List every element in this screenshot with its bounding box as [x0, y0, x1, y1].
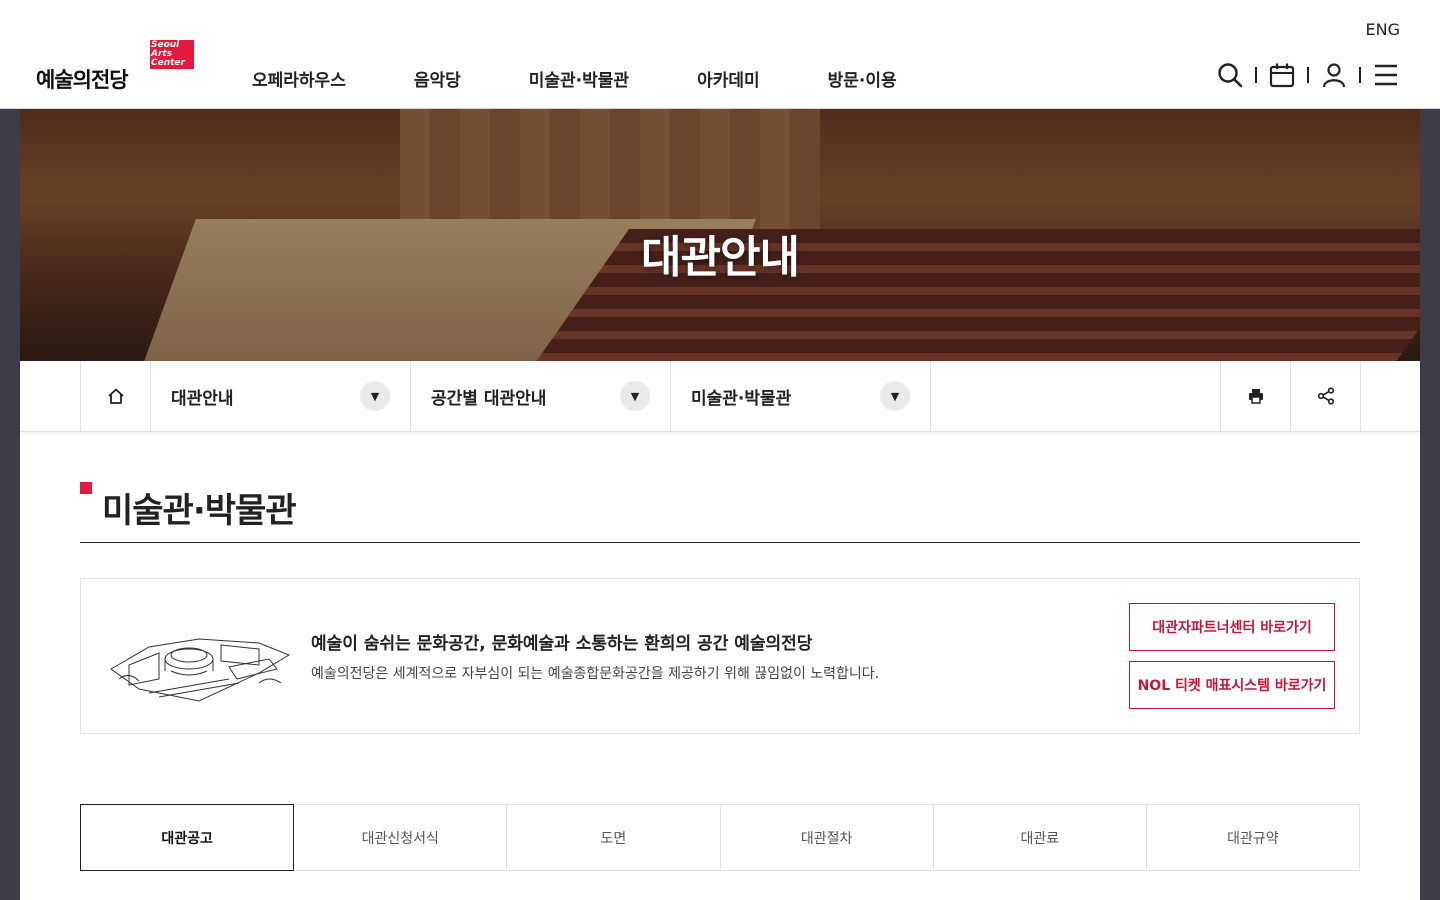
- info-headline: 예술이 숨쉬는 문화공간, 문화예술과 소통하는 환희의 공간 예술의전당: [311, 634, 813, 654]
- print-icon: [1248, 389, 1263, 404]
- divider: [1255, 67, 1257, 83]
- title-accent: [80, 482, 92, 494]
- tab-application-forms[interactable]: 대관신청서식: [294, 804, 508, 871]
- tab-rental-procedure[interactable]: 대관절차: [720, 804, 934, 871]
- partner-center-button[interactable]: 대관자파트너센터 바로가기: [1129, 603, 1335, 651]
- logo[interactable]: 예술의전당 Seoul Arts Center: [36, 40, 196, 92]
- logo-badge: Seoul Arts Center: [150, 40, 194, 69]
- user-icon[interactable]: [1320, 60, 1348, 90]
- chevron-down-icon[interactable]: ▼: [880, 381, 910, 411]
- divider: [1307, 67, 1309, 83]
- main-content: 대관안내 ▼ 공간별 대관안내 ▼ 미술관·박물관 ▼ 미술관·박물관 예술이 …: [20, 361, 1420, 900]
- calendar-icon[interactable]: [1268, 60, 1296, 90]
- divider: [1359, 67, 1361, 83]
- home-icon: [107, 388, 124, 404]
- title-divider: [80, 542, 1360, 543]
- nav-item-museum[interactable]: 미술관·박물관: [529, 66, 629, 91]
- logo-text: 예술의전당: [36, 68, 129, 92]
- home-button[interactable]: [80, 361, 150, 431]
- share-icon: [1317, 387, 1334, 405]
- nav-item-academy[interactable]: 아카데미: [697, 66, 760, 91]
- main-nav: 오페라하우스 음악당 미술관·박물관 아카데미 방문·이용: [252, 66, 965, 91]
- page-title: 미술관·박물관: [102, 491, 297, 531]
- depth1-dropdown[interactable]: 대관안내 ▼: [150, 361, 410, 431]
- tab-rental-regulations[interactable]: 대관규약: [1146, 804, 1361, 871]
- tab-floor-plans[interactable]: 도면: [507, 804, 721, 871]
- content-tabs: 대관공고 대관신청서식 도면 대관절차 대관료 대관규약: [80, 804, 1361, 871]
- nav-item-visit[interactable]: 방문·이용: [828, 66, 897, 91]
- depth2-dropdown[interactable]: 공간별 대관안내 ▼: [410, 361, 670, 431]
- menu-icon[interactable]: [1372, 60, 1400, 90]
- chevron-down-icon[interactable]: ▼: [620, 381, 650, 411]
- tab-rental-fees[interactable]: 대관료: [933, 804, 1147, 871]
- hero-title: 대관안내: [641, 232, 800, 283]
- chevron-down-icon[interactable]: ▼: [360, 381, 390, 411]
- ticket-system-button[interactable]: NOL 티켓 매표시스템 바로가기: [1129, 661, 1335, 709]
- location-bar: 대관안내 ▼ 공간별 대관안내 ▼ 미술관·박물관 ▼: [20, 361, 1420, 432]
- utility-menu: [1216, 60, 1400, 90]
- search-icon[interactable]: [1216, 60, 1244, 90]
- tab-rental-notice[interactable]: 대관공고: [80, 804, 295, 871]
- print-button[interactable]: [1220, 361, 1290, 431]
- building-illustration: [110, 638, 291, 702]
- language-link[interactable]: ENG: [1366, 20, 1400, 39]
- site-header: 예술의전당 Seoul Arts Center ENG 오페라하우스 음악당 미…: [0, 0, 1440, 109]
- depth3-dropdown[interactable]: 미술관·박물관 ▼: [670, 361, 930, 431]
- info-description: 예술의전당은 세계적으로 자부심이 되는 예술종합문화공간을 제공하기 위해 끊…: [311, 666, 880, 682]
- share-button[interactable]: [1290, 361, 1360, 431]
- depth1-label: 대관안내: [171, 388, 234, 409]
- nav-item-concert-hall[interactable]: 음악당: [414, 66, 461, 91]
- depth3-label: 미술관·박물관: [691, 388, 792, 409]
- depth2-label: 공간별 대관안내: [431, 388, 547, 409]
- info-box: 예술이 숨쉬는 문화공간, 문화예술과 소통하는 환희의 공간 예술의전당 예술…: [80, 578, 1360, 734]
- nav-item-opera-house[interactable]: 오페라하우스: [252, 66, 346, 91]
- hero-banner: 대관안내: [20, 109, 1420, 361]
